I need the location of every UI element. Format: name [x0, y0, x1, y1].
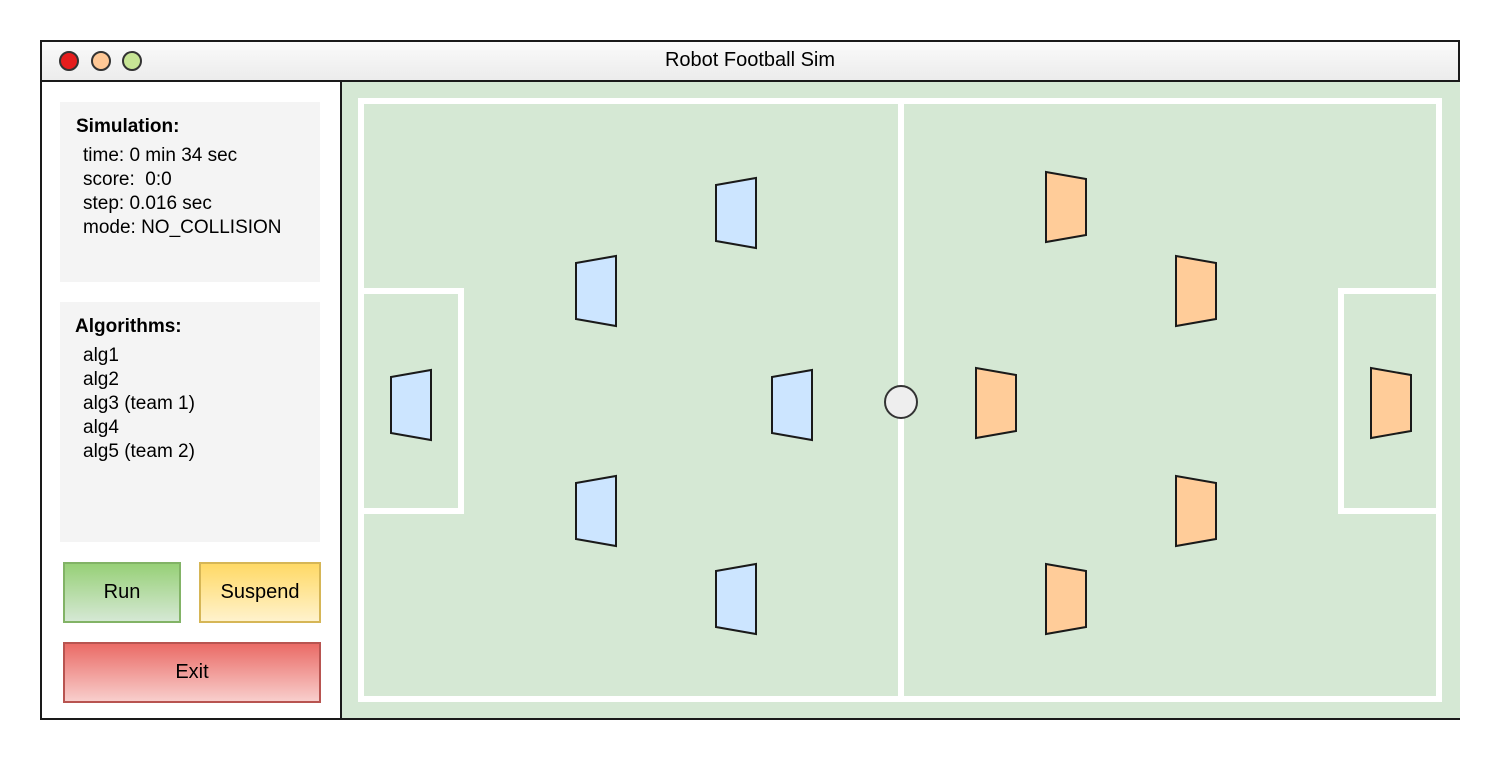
team1-robot[interactable] [715, 562, 757, 636]
team1-robot-goalkeeper[interactable] [390, 368, 432, 442]
algorithm-item-alg2[interactable]: alg2 [83, 368, 195, 392]
algorithm-item-alg1[interactable]: alg1 [83, 344, 195, 368]
simulation-score: score: 0:0 [83, 169, 172, 190]
algorithm-item-alg5[interactable]: alg5 (team 2) [83, 440, 195, 464]
field-canvas [342, 82, 1460, 718]
simulation-heading: Simulation: [76, 116, 180, 137]
app-window: Robot Football Sim Simulation: time: 0 m… [40, 40, 1460, 720]
simulation-info: time: 0 min 34 sec score: 0:0 step: 0.01… [83, 144, 282, 240]
team2-robot[interactable] [1175, 474, 1217, 548]
team2-robot[interactable] [1045, 562, 1087, 636]
algorithm-item-alg4[interactable]: alg4 [83, 416, 195, 440]
team2-robot-goalkeeper[interactable] [1370, 366, 1412, 440]
simulation-panel: Simulation: time: 0 min 34 sec score: 0:… [60, 102, 320, 282]
algorithms-panel: Algorithms: alg1 alg2 alg3 (team 1) alg4… [60, 302, 320, 542]
team1-robot[interactable] [575, 254, 617, 328]
team1-robot[interactable] [715, 176, 757, 250]
control-sidebar: Simulation: time: 0 min 34 sec score: 0:… [42, 82, 342, 718]
simulation-step: step: 0.016 sec [83, 193, 212, 214]
title-bar[interactable]: Robot Football Sim [42, 42, 1458, 82]
suspend-button[interactable]: Suspend [199, 562, 321, 623]
window-title: Robot Football Sim [664, 49, 836, 71]
team2-robot[interactable] [1045, 170, 1087, 244]
exit-button[interactable]: Exit [63, 642, 321, 703]
team1-robot[interactable] [575, 474, 617, 548]
simulation-time: time: 0 min 34 sec [83, 145, 238, 166]
algorithms-list: alg1 alg2 alg3 (team 1) alg4 alg5 (team … [83, 344, 195, 464]
team1-robot[interactable] [771, 368, 813, 442]
algorithms-heading: Algorithms: [75, 316, 182, 337]
team2-robot[interactable] [975, 366, 1017, 440]
football-field[interactable] [342, 82, 1460, 718]
ball[interactable] [884, 385, 918, 419]
simulation-mode: mode: NO_COLLISION [83, 217, 282, 238]
run-button[interactable]: Run [63, 562, 181, 623]
team2-robot[interactable] [1175, 254, 1217, 328]
algorithm-item-alg3[interactable]: alg3 (team 1) [83, 392, 195, 416]
